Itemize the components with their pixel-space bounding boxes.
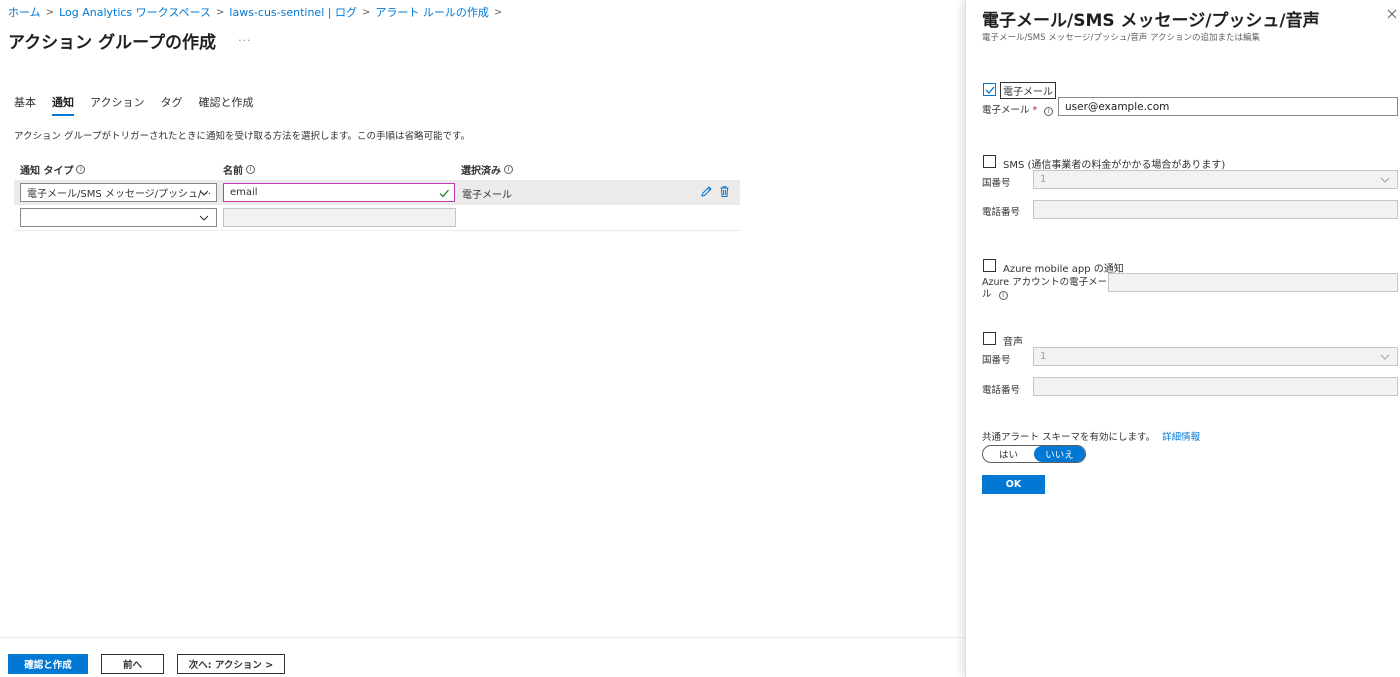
tab-bar: 基本 通知 アクション タグ 確認と作成 xyxy=(14,94,253,116)
header-notification-type: 通知 タイプ i xyxy=(20,162,86,177)
tab-actions[interactable]: アクション xyxy=(90,94,144,116)
breadcrumb-workspace-logs[interactable]: laws-cus-sentinel | ログ xyxy=(229,4,357,20)
azure-account-email-label-line2-wrap: ル i xyxy=(982,289,1107,301)
sms-phone-input xyxy=(1033,200,1398,219)
name-input[interactable]: email xyxy=(223,183,455,202)
email-field-label-text: 電子メール xyxy=(982,105,1030,116)
next-actions-button[interactable]: 次へ: アクション > xyxy=(177,654,285,674)
header-notification-type-label: 通知 タイプ xyxy=(20,166,74,177)
notifications-grid: 通知 タイプ i 名前 i 選択済み i 電子メール/SMS メッセージ/プッシ… xyxy=(14,160,740,231)
header-selected: 選択済み i xyxy=(461,162,513,177)
email-sms-push-voice-panel: 電子メール/SMS メッセージ/プッシュ/音声 電子メール/SMS メッセージ/… xyxy=(965,0,1400,677)
header-name: 名前 i xyxy=(223,162,255,177)
tab-notifications[interactable]: 通知 xyxy=(52,94,74,116)
voice-phone-input xyxy=(1033,377,1398,396)
ok-button[interactable]: OK xyxy=(982,475,1045,494)
voice-country-code-value: 1 xyxy=(1040,351,1047,362)
breadcrumb-log-analytics[interactable]: Log Analytics ワークスペース xyxy=(59,4,211,20)
panel-subtitle: 電子メール/SMS メッセージ/プッシュ/音声 アクションの追加または編集 xyxy=(982,33,1261,43)
name-input-disabled xyxy=(223,208,456,227)
notification-type-dropdown[interactable]: 電子メール/SMS メッセージ/プッシュ/··· xyxy=(20,183,217,202)
chevron-down-icon xyxy=(1380,354,1390,360)
breadcrumb-create-alert-rule[interactable]: アラート ルールの作成 xyxy=(375,4,489,20)
footer-bar: 確認と作成 前へ 次へ: アクション > xyxy=(0,637,965,677)
info-icon[interactable]: i xyxy=(1044,107,1054,116)
info-icon[interactable]: i xyxy=(998,291,1008,300)
panel-title: 電子メール/SMS メッセージ/プッシュ/音声 xyxy=(982,11,1320,31)
common-alert-schema-toggle: はい いいえ xyxy=(982,445,1086,463)
email-checkbox-label: 電子メール xyxy=(1000,82,1056,99)
info-icon[interactable]: i xyxy=(76,165,86,174)
breadcrumb-separator-icon: > xyxy=(216,6,225,18)
info-icon[interactable]: i xyxy=(246,165,255,174)
azure-account-email-label: Azure アカウントの電子メー ル i xyxy=(982,277,1107,301)
chevron-down-icon xyxy=(199,190,209,196)
learn-more-link[interactable]: 詳細情報 xyxy=(1162,432,1200,443)
tab-review-create[interactable]: 確認と作成 xyxy=(198,94,253,116)
azure-app-checkbox-label: Azure mobile app の通知 xyxy=(1003,264,1124,275)
table-row[interactable]: 電子メール/SMS メッセージ/プッシュ/··· email 電子メール xyxy=(14,180,740,205)
azure-account-email-input xyxy=(1108,273,1398,292)
checkmark-icon xyxy=(985,86,995,94)
voice-country-code-dropdown: 1 xyxy=(1033,347,1398,366)
breadcrumb: ホーム > Log Analytics ワークスペース > laws-cus-s… xyxy=(8,4,507,20)
toggle-option-yes[interactable]: はい xyxy=(983,446,1034,462)
name-input-value: email xyxy=(230,187,258,198)
breadcrumb-separator-icon: > xyxy=(361,6,371,18)
notification-type-dropdown-empty[interactable] xyxy=(20,208,217,227)
notifications-description: アクション グループがトリガーされたときに通知を受け取る方法を選択します。この手… xyxy=(14,131,471,142)
selected-value: 電子メール xyxy=(462,190,512,201)
sms-phone-label: 電話番号 xyxy=(982,207,1021,218)
tab-basics[interactable]: 基本 xyxy=(14,94,36,116)
grid-header: 通知 タイプ i 名前 i 選択済み i xyxy=(14,160,740,178)
email-input-value: user@example.com xyxy=(1065,100,1170,113)
toggle-option-no[interactable]: いいえ xyxy=(1034,446,1085,462)
required-mark: * xyxy=(1032,105,1038,116)
chevron-down-icon xyxy=(1380,177,1390,183)
info-icon[interactable]: i xyxy=(504,165,513,174)
common-alert-schema-text: 共通アラート スキーマを有効にします。 xyxy=(982,432,1156,443)
voice-phone-label: 電話番号 xyxy=(982,385,1021,396)
email-field-label: 電子メール * i xyxy=(982,102,1054,116)
header-name-label: 名前 xyxy=(223,166,243,177)
voice-country-code-label: 国番号 xyxy=(982,355,1011,366)
breadcrumb-separator-icon: > xyxy=(493,6,503,18)
azure-account-email-label-line1: Azure アカウントの電子メー xyxy=(982,277,1108,288)
review-create-button[interactable]: 確認と作成 xyxy=(8,654,88,674)
edit-pencil-icon[interactable] xyxy=(700,185,713,198)
breadcrumb-home[interactable]: ホーム xyxy=(8,4,41,20)
delete-trash-icon[interactable] xyxy=(718,185,731,198)
more-options-icon[interactable]: ··· xyxy=(238,34,252,47)
table-row xyxy=(14,205,740,231)
email-checkbox[interactable] xyxy=(983,83,996,96)
checkmark-icon xyxy=(439,189,449,198)
close-icon[interactable] xyxy=(1386,8,1398,20)
notification-type-value: 電子メール/SMS メッセージ/プッシュ/··· xyxy=(27,189,211,200)
header-selected-label: 選択済み xyxy=(461,166,501,177)
main-page: ホーム > Log Analytics ワークスペース > laws-cus-s… xyxy=(0,0,965,677)
sms-country-code-dropdown: 1 xyxy=(1033,170,1398,189)
page-title-text: アクション グループの作成 xyxy=(8,33,217,53)
azure-account-email-label-line2: ル xyxy=(982,289,992,300)
common-alert-schema-label: 共通アラート スキーマを有効にします。 詳細情報 xyxy=(982,429,1200,443)
voice-checkbox-label: 音声 xyxy=(1003,337,1023,348)
tab-tags[interactable]: タグ xyxy=(160,94,182,116)
email-input[interactable]: user@example.com xyxy=(1058,97,1398,116)
sms-country-code-value: 1 xyxy=(1040,174,1047,185)
sms-country-code-label: 国番号 xyxy=(982,178,1011,189)
previous-button[interactable]: 前へ xyxy=(101,654,164,674)
sms-checkbox-label: SMS (通信事業者の料金がかかる場合があります) xyxy=(1003,160,1226,171)
breadcrumb-separator-icon: > xyxy=(45,6,55,18)
azure-app-checkbox[interactable] xyxy=(983,259,996,272)
chevron-down-icon xyxy=(199,215,209,221)
voice-checkbox[interactable] xyxy=(983,332,996,345)
sms-checkbox[interactable] xyxy=(983,155,996,168)
page-title: アクション グループの作成 ··· xyxy=(8,28,252,53)
